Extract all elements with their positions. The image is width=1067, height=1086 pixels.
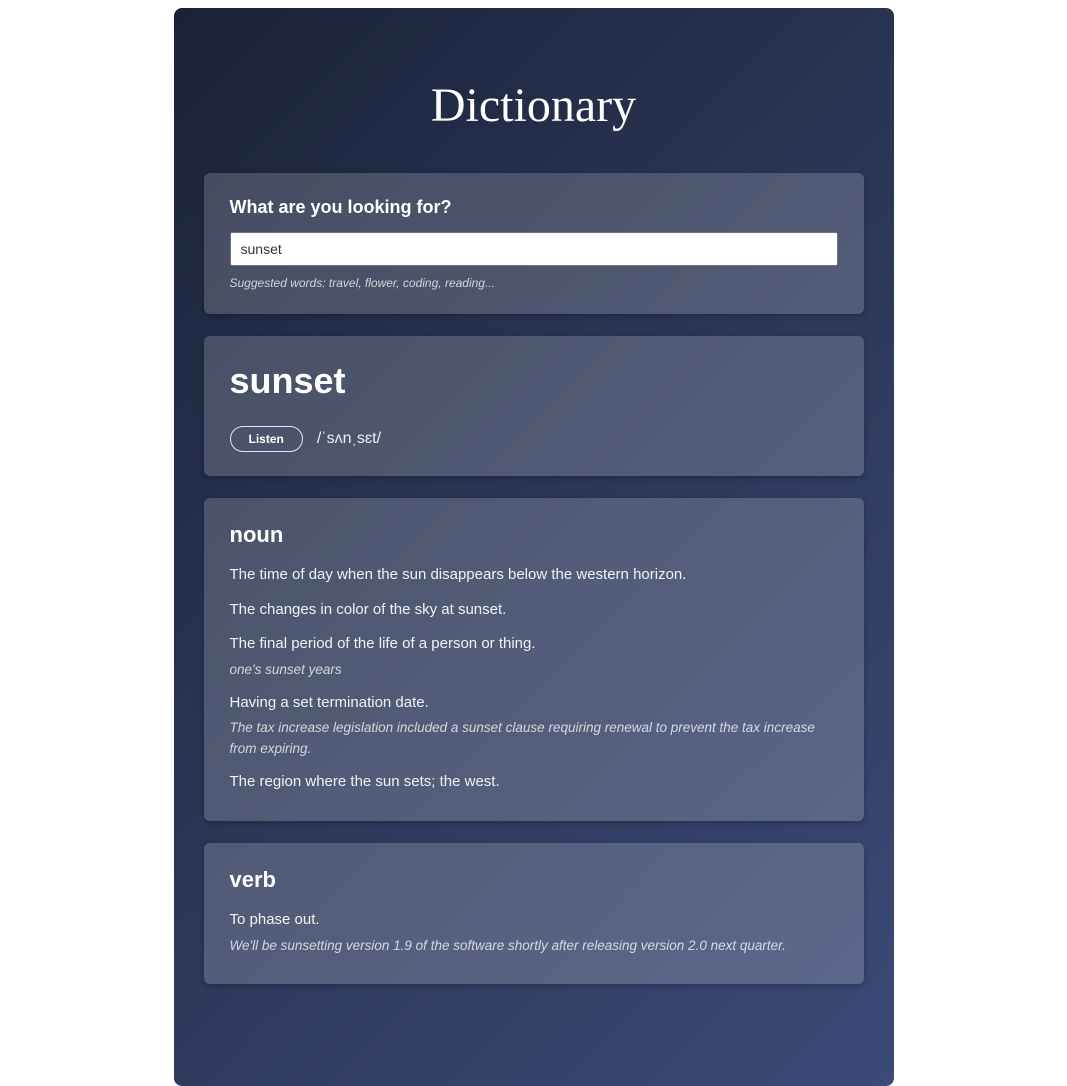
dictionary-app: Dictionary What are you looking for? Sug… [174,8,894,1086]
definition-block: Having a set termination date. The tax i… [230,692,838,759]
definition-text: The final period of the life of a person… [230,633,838,656]
part-of-speech: noun [230,522,838,548]
definition-example: one's sunset years [230,660,838,680]
listen-button[interactable]: Listen [230,426,303,452]
word-heading: sunset [230,360,838,402]
page-title: Dictionary [204,78,864,133]
definition-text: Having a set termination date. [230,692,838,715]
definition-text: The time of day when the sun disappears … [230,564,838,587]
definition-text: The region where the sun sets; the west. [230,771,838,794]
definition-example: The tax increase legislation included a … [230,718,838,759]
definition-block: The changes in color of the sky at sunse… [230,599,838,622]
definition-text: To phase out. [230,909,838,932]
entry-card-noun: noun The time of day when the sun disapp… [204,498,864,821]
search-card: What are you looking for? Suggested word… [204,173,864,314]
pronunciation: /ˈsʌnˌsɛt/ [317,430,381,448]
definition-example: We'll be sunsetting version 1.9 of the s… [230,936,838,956]
definition-block: The final period of the life of a person… [230,633,838,680]
definition-block: The time of day when the sun disappears … [230,564,838,587]
word-card: sunset Listen /ˈsʌnˌsɛt/ [204,336,864,476]
search-input[interactable] [230,232,838,266]
definition-block: To phase out. We'll be sunsetting versio… [230,909,838,956]
listen-row: Listen /ˈsʌnˌsɛt/ [230,426,838,452]
search-label: What are you looking for? [230,197,838,218]
suggested-words: Suggested words: travel, flower, coding,… [230,276,838,290]
part-of-speech: verb [230,867,838,893]
definition-text: The changes in color of the sky at sunse… [230,599,838,622]
entry-card-verb: verb To phase out. We'll be sunsetting v… [204,843,864,984]
definition-block: The region where the sun sets; the west. [230,771,838,794]
